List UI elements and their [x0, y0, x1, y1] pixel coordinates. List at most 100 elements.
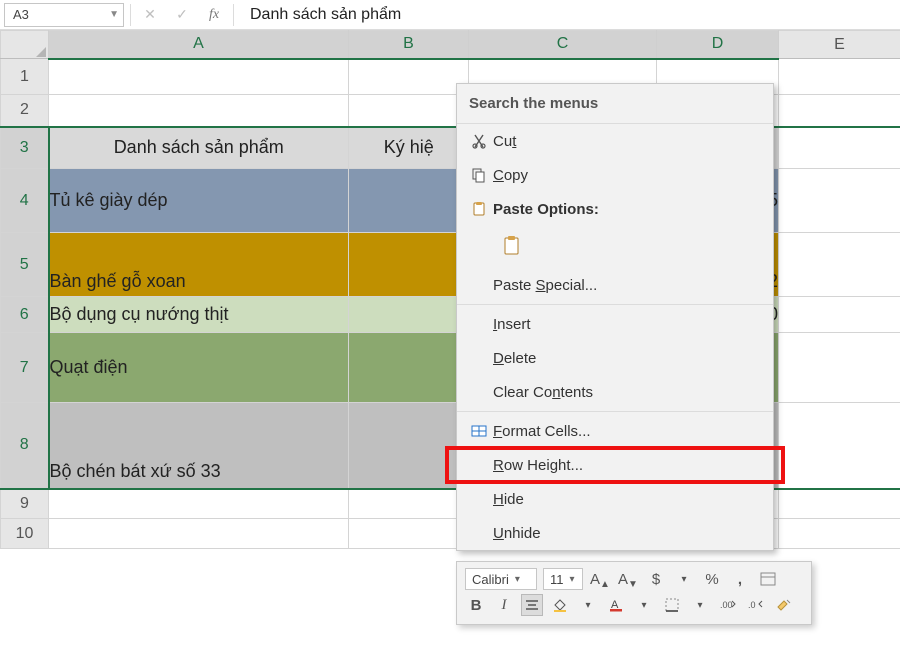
cell[interactable] [779, 403, 900, 489]
menu-item-cut[interactable]: Cut [457, 124, 773, 158]
menu-item-row-height[interactable]: Row Height... [457, 448, 773, 482]
formula-bar: A3 ▼ ✕ ✓ fx Danh sách sản phẩm [0, 0, 900, 30]
format-painter-button[interactable] [773, 594, 795, 616]
chevron-down-icon[interactable]: ▾ [577, 594, 599, 616]
name-box-value: A3 [13, 7, 29, 22]
row-header[interactable]: 8 [1, 403, 49, 489]
grow-font-button[interactable]: A▲ [589, 568, 611, 590]
cell[interactable]: Quạt điện [49, 333, 349, 403]
row-header[interactable]: 3 [1, 127, 49, 169]
menu-item-hide[interactable]: Hide [457, 482, 773, 516]
menu-item-clear-contents[interactable]: Clear Contents [457, 375, 773, 409]
cell[interactable]: Tủ kê giày dép [49, 169, 349, 233]
cell[interactable] [779, 127, 900, 169]
comma-style-button[interactable]: , [729, 568, 751, 590]
menu-label: Insert [493, 316, 531, 333]
cell[interactable] [49, 519, 349, 549]
column-header[interactable]: E [779, 31, 900, 59]
svg-text:.0: .0 [748, 600, 756, 610]
fill-color-button[interactable] [549, 594, 571, 616]
cell[interactable] [779, 95, 900, 127]
cell[interactable] [779, 297, 900, 333]
cell[interactable]: Danh sách sản phẩm [49, 127, 349, 169]
more-icon[interactable] [757, 568, 779, 590]
borders-button[interactable] [661, 594, 683, 616]
cell[interactable] [779, 169, 900, 233]
column-header[interactable]: A [49, 31, 349, 59]
menu-label: Clear Contents [493, 384, 593, 401]
column-header[interactable]: B [349, 31, 469, 59]
chevron-down-icon[interactable]: ▾ [633, 594, 655, 616]
font-size: 11 [550, 572, 564, 587]
decrease-decimal-button[interactable]: .0 [745, 594, 767, 616]
row-header[interactable]: 9 [1, 489, 49, 519]
row-header[interactable]: 2 [1, 95, 49, 127]
chevron-down-icon: ▾ [515, 574, 520, 585]
column-header[interactable]: D [657, 31, 779, 59]
menu-label: Unhide [493, 525, 541, 542]
italic-button[interactable]: I [493, 594, 515, 616]
cell[interactable]: Bàn ghế gỗ xoan [49, 233, 349, 297]
menu-label: Paste Options: [493, 201, 599, 218]
percent-button[interactable]: % [701, 568, 723, 590]
cell[interactable] [779, 333, 900, 403]
divider [233, 4, 234, 26]
font-size-dropdown[interactable]: 11 ▾ [543, 568, 583, 590]
menu-item-delete[interactable]: Delete [457, 341, 773, 375]
cell[interactable]: Bộ dụng cụ nướng thịt [49, 297, 349, 333]
cell[interactable] [779, 233, 900, 297]
cell[interactable] [349, 59, 469, 95]
divider [130, 4, 131, 26]
cell[interactable] [49, 59, 349, 95]
row-header[interactable]: 10 [1, 519, 49, 549]
cell[interactable]: Ký hiệ [349, 127, 469, 169]
cell[interactable] [779, 59, 900, 95]
chevron-down-icon[interactable]: ▾ [689, 594, 711, 616]
chevron-down-icon[interactable]: ▾ [673, 568, 695, 590]
menu-label: Delete [493, 350, 536, 367]
cell[interactable] [349, 233, 469, 297]
align-center-button[interactable] [521, 594, 543, 616]
paste-options-row [457, 226, 773, 268]
currency-button[interactable]: $ [645, 568, 667, 590]
row-header[interactable]: 7 [1, 333, 49, 403]
cell[interactable] [349, 297, 469, 333]
paste-button[interactable] [497, 230, 529, 262]
cell[interactable]: Bộ chén bát xứ số 33 [49, 403, 349, 489]
menu-search[interactable]: Search the menus [457, 84, 773, 124]
increase-decimal-button[interactable]: .00 [717, 594, 739, 616]
cell[interactable] [779, 519, 900, 549]
cell[interactable] [49, 95, 349, 127]
cell[interactable] [349, 333, 469, 403]
copy-icon [465, 167, 493, 183]
shrink-font-button[interactable]: A▼ [617, 568, 639, 590]
menu-item-unhide[interactable]: Unhide [457, 516, 773, 550]
row-header[interactable]: 6 [1, 297, 49, 333]
format-cells-icon [465, 423, 493, 439]
row-header[interactable]: 1 [1, 59, 49, 95]
cell[interactable] [349, 95, 469, 127]
menu-item-insert[interactable]: Insert [457, 307, 773, 341]
mini-toolbar: Calibri ▾ 11 ▾ A▲ A▼ $ ▾ % , B I ▾ A ▾ [456, 561, 812, 625]
font-dropdown[interactable]: Calibri ▾ [465, 568, 537, 590]
menu-item-copy[interactable]: Copy [457, 158, 773, 192]
cell[interactable] [349, 169, 469, 233]
formula-input[interactable]: Danh sách sản phẩm [240, 6, 896, 24]
name-box[interactable]: A3 ▼ [4, 3, 124, 27]
row-header[interactable]: 4 [1, 169, 49, 233]
column-header[interactable]: C [469, 31, 657, 59]
menu-item-format-cells[interactable]: Format Cells... [457, 414, 773, 448]
fx-icon[interactable]: fx [201, 7, 227, 23]
menu-item-paste-special[interactable]: Paste Special... [457, 268, 773, 302]
column-header-row: A B C D E [1, 31, 900, 59]
cell[interactable] [349, 489, 469, 519]
cell[interactable] [779, 489, 900, 519]
font-color-button[interactable]: A [605, 594, 627, 616]
cell[interactable] [49, 489, 349, 519]
cancel-x-icon: ✕ [137, 6, 163, 23]
cell[interactable] [349, 519, 469, 549]
cell[interactable] [349, 403, 469, 489]
row-header[interactable]: 5 [1, 233, 49, 297]
select-all-corner[interactable] [1, 31, 49, 59]
bold-button[interactable]: B [465, 594, 487, 616]
